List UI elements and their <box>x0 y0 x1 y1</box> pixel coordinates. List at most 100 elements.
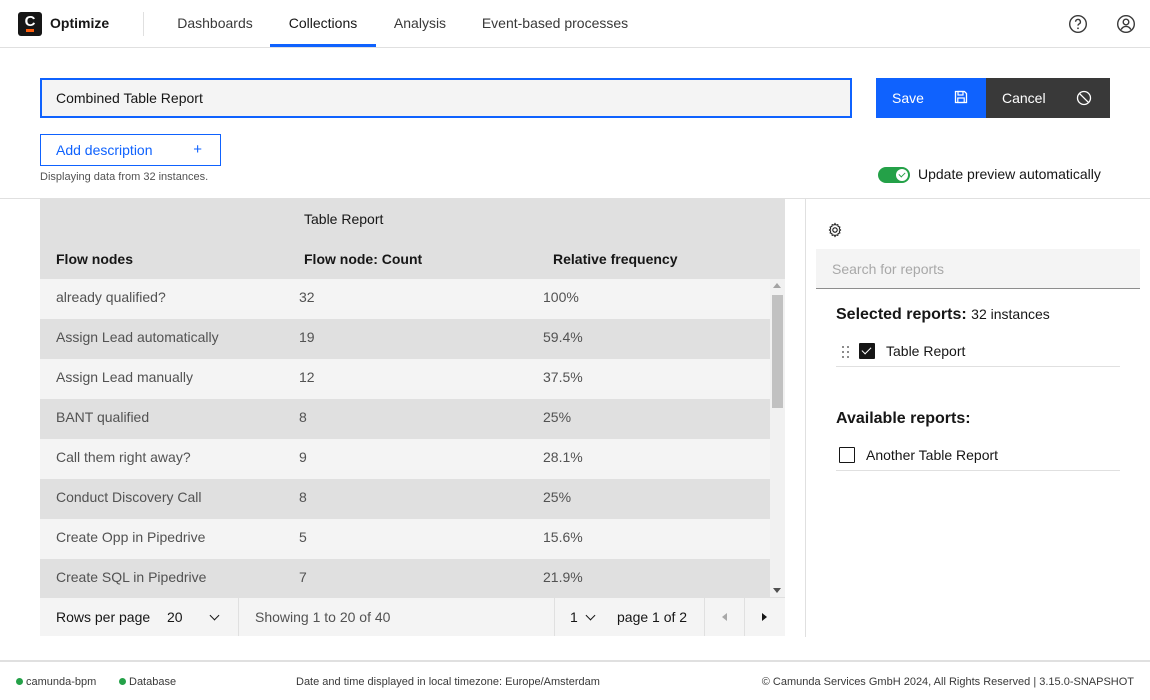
divider <box>143 12 144 36</box>
app-name[interactable]: Optimize <box>50 15 109 31</box>
column-header-flow-nodes[interactable]: Flow nodes <box>56 251 133 267</box>
table-body: already qualified? 32 100% Assign Lead auto… <box>40 279 770 597</box>
cancel-label: Cancel <box>1002 90 1046 106</box>
scroll-thumb[interactable] <box>772 295 783 408</box>
chevron-down-icon <box>585 610 596 621</box>
cell-relative-frequency: 59.4% <box>543 329 583 345</box>
cell-relative-frequency: 25% <box>543 409 572 425</box>
save-icon <box>954 90 968 104</box>
auto-update-label: Update preview automatically <box>918 166 1101 182</box>
showing-range: Showing 1 to 20 of 40 <box>255 609 391 625</box>
table-row: BANT qualified 8 25% <box>40 399 770 439</box>
report-label: Table Report <box>886 343 966 359</box>
report-name-input[interactable] <box>40 78 852 118</box>
cell-count: 7 <box>299 569 307 585</box>
table-header: Table Report Flow nodes Flow node: Count… <box>40 199 785 279</box>
selected-report-item[interactable]: Table Report <box>836 339 1120 367</box>
report-checkbox[interactable] <box>839 447 855 463</box>
cell-relative-frequency: 37.5% <box>543 369 583 385</box>
plus-icon: + <box>193 141 202 158</box>
nav-tab-event-based-processes[interactable]: Event-based processes <box>464 0 646 47</box>
camunda-logo[interactable]: C <box>18 12 42 36</box>
next-page-icon[interactable] <box>762 613 767 621</box>
selected-reports-title: Selected reports: <box>836 306 967 323</box>
cell-count: 8 <box>299 409 307 425</box>
table-row: Conduct Discovery Call 8 25% <box>40 479 770 519</box>
report-label: Another Table Report <box>866 447 999 463</box>
report-checkbox-checked[interactable] <box>859 343 875 359</box>
gear-icon[interactable] <box>827 222 843 238</box>
report-search-input[interactable] <box>816 249 1140 289</box>
page-select-value: 1 <box>570 609 578 625</box>
cancel-button[interactable]: Cancel <box>986 78 1110 118</box>
add-description-label: Add description <box>56 142 153 158</box>
save-button[interactable]: Save <box>876 78 986 118</box>
cell-relative-frequency: 21.9% <box>543 569 583 585</box>
cell-flow-node: Call them right away? <box>56 449 191 465</box>
cell-flow-node: Create SQL in Pipedrive <box>56 569 207 585</box>
timezone-note: Date and time displayed in local timezon… <box>296 676 600 688</box>
column-header-relative-frequency[interactable]: Relative frequency <box>553 251 678 267</box>
selected-reports-heading: Selected reports: 32 instances <box>836 306 1050 324</box>
report-table: Table Report Flow nodes Flow node: Count… <box>40 199 785 636</box>
table-row: Create SQL in Pipedrive 7 21.9% <box>40 559 770 597</box>
table-row: already qualified? 32 100% <box>40 279 770 319</box>
cell-flow-node: Create Opp in Pipedrive <box>56 529 206 545</box>
chevron-down-icon <box>209 610 220 621</box>
toggle-knob-check-icon <box>896 169 908 181</box>
cell-count: 19 <box>299 329 315 345</box>
table-row: Assign Lead automatically 19 59.4% <box>40 319 770 359</box>
scroll-down-arrow-icon[interactable] <box>773 588 781 593</box>
cell-count: 9 <box>299 449 307 465</box>
save-label: Save <box>892 90 924 106</box>
cell-flow-node: Assign Lead automatically <box>56 329 219 345</box>
rows-per-page-label: Rows per page <box>56 609 151 625</box>
cell-flow-node: Assign Lead manually <box>56 369 193 385</box>
divider <box>554 598 555 636</box>
scroll-up-arrow-icon[interactable] <box>773 283 781 288</box>
rows-per-page-value: 20 <box>167 609 183 625</box>
table-group-header: Table Report <box>304 211 384 227</box>
table-row: Create Opp in Pipedrive 5 15.6% <box>40 519 770 559</box>
cell-relative-frequency: 100% <box>543 289 579 305</box>
cell-relative-frequency: 25% <box>543 489 572 505</box>
status-label: camunda-bpm <box>26 676 97 688</box>
available-reports-heading: Available reports: <box>836 410 971 427</box>
copyright: © Camunda Services GmbH 2024, All Rights… <box>761 676 1134 688</box>
cell-flow-node: already qualified? <box>56 289 166 305</box>
cell-count: 8 <box>299 489 307 505</box>
pagination: Rows per page 20 Showing 1 to 20 of 40 1… <box>40 597 785 636</box>
available-report-item[interactable]: Another Table Report <box>836 443 1120 471</box>
cell-relative-frequency: 15.6% <box>543 529 583 545</box>
divider <box>238 598 239 636</box>
panel-divider <box>805 199 806 637</box>
status-dot-icon <box>16 678 23 685</box>
divider <box>704 598 705 636</box>
status-label: Database <box>129 676 177 688</box>
user-icon[interactable] <box>1116 14 1136 34</box>
instances-note: Displaying data from 32 instances. <box>40 171 209 183</box>
divider <box>744 598 745 636</box>
cell-flow-node: Conduct Discovery Call <box>56 489 202 505</box>
table-scrollbar[interactable] <box>770 279 785 597</box>
page-select[interactable]: 1 <box>570 598 600 636</box>
rows-per-page-select[interactable]: 20 <box>167 598 227 636</box>
cell-count: 12 <box>299 369 315 385</box>
column-header-count[interactable]: Flow node: Count <box>304 251 422 267</box>
status-camunda-bpm: camunda-bpm <box>16 676 96 688</box>
cell-relative-frequency: 28.1% <box>543 449 583 465</box>
nav-tab-collections[interactable]: Collections <box>270 0 376 47</box>
add-description-button[interactable]: Add description + <box>40 134 221 166</box>
cell-count: 5 <box>299 529 307 545</box>
help-icon[interactable] <box>1068 14 1088 34</box>
drag-handle-icon[interactable] <box>842 345 850 359</box>
top-navigation: C Optimize Dashboards Collections Analys… <box>0 0 1150 48</box>
cell-flow-node: BANT qualified <box>56 409 150 425</box>
status-dot-icon <box>119 678 126 685</box>
cancel-icon <box>1076 90 1092 106</box>
nav-tab-dashboards[interactable]: Dashboards <box>161 0 269 47</box>
footer: camunda-bpm Database Date and time displ… <box>0 660 1150 700</box>
previous-page-icon[interactable] <box>722 613 727 621</box>
nav-tab-analysis[interactable]: Analysis <box>376 0 464 47</box>
auto-update-toggle[interactable] <box>878 167 910 183</box>
